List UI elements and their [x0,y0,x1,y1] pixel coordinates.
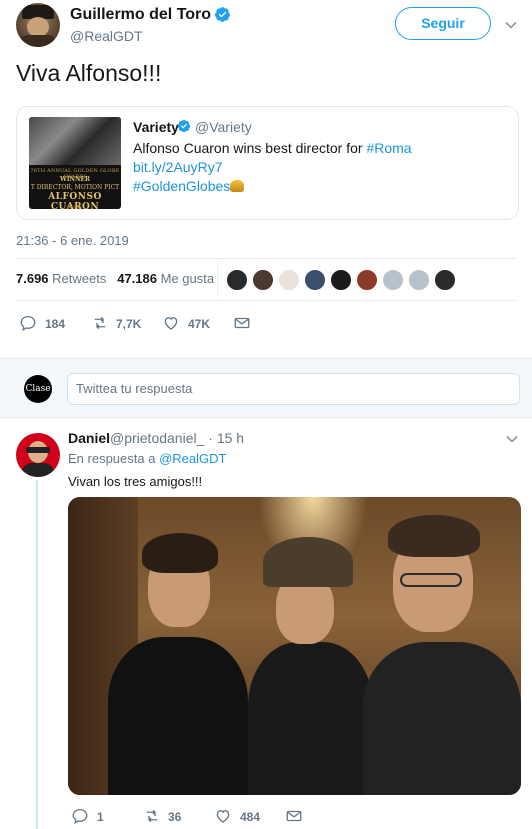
stats-separator [217,263,218,297]
heart-icon [164,317,178,330]
reply-author-handle[interactable]: @prietodaniel_ · 15 h [110,430,244,446]
tweet-header: Guillermo del Toro @RealGDT Seguir [0,0,532,56]
reply-author-avatar[interactable] [16,433,60,477]
likes-label[interactable]: Me gusta [161,271,214,286]
in-reply-prefix: En respuesta a [68,451,160,466]
like-count: 484 [240,810,261,824]
reply-icon [72,808,88,825]
quoted-tweet-image[interactable]: 76TH ANNUAL GOLDEN GLOBE AWARDS WINNER T… [29,117,121,209]
hashtag-goldenglobes-link[interactable]: #GoldenGlobes [133,178,230,194]
reply-input[interactable]: Twittea tu respuesta [67,373,520,405]
envelope-icon [286,810,302,822]
envelope-icon [234,317,250,329]
reply-count: 1 [97,810,104,824]
retweets-count[interactable]: 7.696 [16,271,49,286]
reply-actions: 1 36 484 [68,806,328,826]
liker-avatar[interactable] [408,269,430,291]
verified-badge-icon [177,119,191,133]
tweet-timestamp[interactable]: 21:36 - 6 ene. 2019 [16,233,129,248]
liker-avatar[interactable] [278,269,300,291]
quoted-tweet-text: Alfonso Cuaron wins best director for #R… [133,139,503,196]
in-reply-to: En respuesta a @RealGDT [68,451,226,466]
retweet-icon [146,809,158,823]
heart-icon [216,810,230,823]
liker-avatar[interactable] [356,269,378,291]
chevron-down-icon[interactable] [506,433,518,445]
quoted-author-handle[interactable]: @Variety [195,119,252,135]
follow-button[interactable]: Seguir [395,7,491,40]
like-count: 47K [188,317,211,331]
author-name[interactable]: Guillermo del Toro [70,6,211,24]
url-link[interactable]: bit.ly/2AuyRy7 [133,159,222,175]
tweet-text: Viva Alfonso!!! [16,60,162,86]
reply-author-name[interactable]: Daniel [68,430,110,446]
thread-line [36,480,38,829]
image-caption-line: "ROMA" [66,204,84,209]
author-avatar[interactable] [16,3,60,47]
retweet-count: 36 [168,810,182,824]
quoted-tweet[interactable]: 76TH ANNUAL GOLDEN GLOBE AWARDS WINNER T… [16,106,519,220]
engagement-stats: 7.696 Retweets 47.186 Me gusta [16,271,214,286]
chevron-down-icon[interactable] [505,19,517,31]
user-avatar[interactable]: Clase [24,375,52,403]
golden-globe-emoji-icon [230,180,245,192]
retweets-label[interactable]: Retweets [52,271,106,286]
image-caption-line: T DIRECTOR, MOTION PICT [30,184,120,191]
divider [16,300,516,301]
liker-avatar[interactable] [434,269,456,291]
liker-avatar[interactable] [252,269,274,291]
likes-count[interactable]: 47.186 [117,271,157,286]
divider [16,258,516,259]
liker-avatar[interactable] [382,269,404,291]
reply-icon [20,315,36,332]
reply-text: Vivan los tres amigos!!! [68,474,203,489]
retweet-icon [94,316,106,330]
liker-avatar[interactable] [226,269,248,291]
in-reply-handle-link[interactable]: @RealGDT [159,451,226,466]
reply-photo[interactable] [68,497,521,795]
quoted-text-segment: Alfonso Cuaron wins best director for [133,140,367,156]
tweet-actions: 184 7,7K 47K [16,313,316,333]
reply-count: 184 [45,317,66,331]
author-handle[interactable]: @RealGDT [70,28,143,44]
reply-composer: Clase Twittea tu respuesta [0,358,532,418]
hashtag-roma-link[interactable]: #Roma [366,140,411,156]
liker-avatar[interactable] [304,269,326,291]
image-caption-line: WINNER [59,176,91,183]
quoted-author-name[interactable]: Variety [133,119,179,135]
verified-badge-icon [215,7,230,22]
retweet-count: 7,7K [116,317,142,331]
liker-avatar[interactable] [330,269,352,291]
